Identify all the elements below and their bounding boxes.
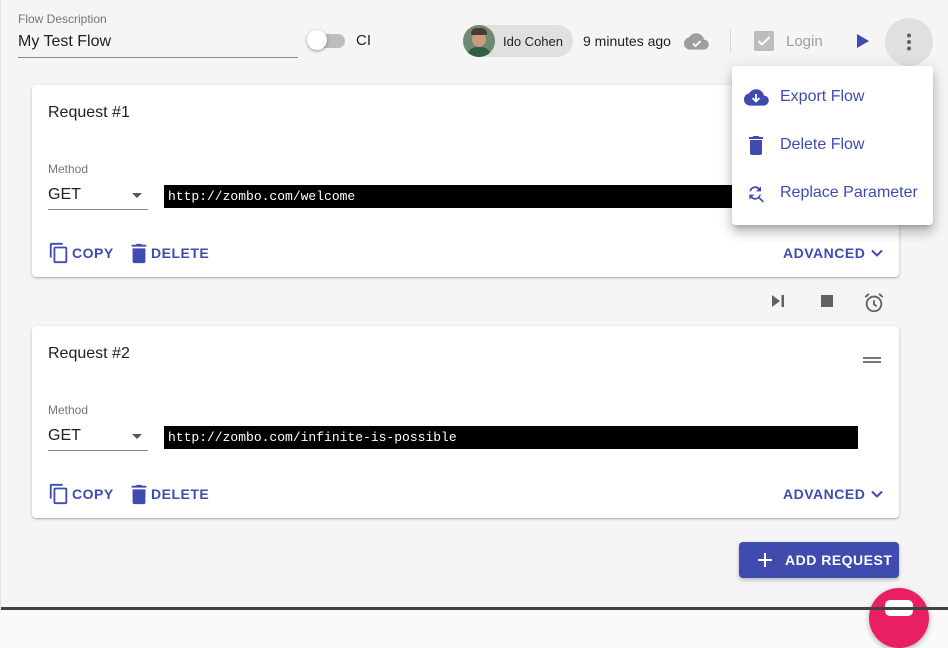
trash-icon <box>732 135 780 155</box>
advanced-label: ADVANCED <box>783 486 866 502</box>
delete-button[interactable]: DELETE <box>129 482 209 506</box>
menu-item-replace-parameter[interactable]: Replace Parameter <box>732 169 933 217</box>
menu-item-label: Delete Flow <box>780 136 865 153</box>
advanced-label: ADVANCED <box>783 245 866 261</box>
alarm-icon[interactable] <box>863 292 885 319</box>
dropdown-caret-icon <box>132 434 142 439</box>
flow-description-input[interactable]: My Test Flow <box>18 33 298 58</box>
request-title: Request #1 <box>48 104 130 121</box>
skip-next-icon[interactable] <box>769 292 787 315</box>
more-vert-icon <box>907 33 911 51</box>
flow-editor: Flow Description My Test Flow CI Ido Coh… <box>0 0 948 648</box>
method-value: GET <box>48 427 81 444</box>
ci-toggle-thumb <box>307 30 327 50</box>
expand-icon <box>871 490 884 498</box>
dropdown-caret-icon <box>132 193 142 198</box>
flow-description-label: Flow Description <box>18 12 107 26</box>
copy-label: COPY <box>72 245 114 261</box>
user-chip: Ido Cohen <box>463 25 573 57</box>
method-value: GET <box>48 186 81 203</box>
more-options-button[interactable] <box>885 18 933 66</box>
ci-toggle[interactable] <box>307 30 345 50</box>
advanced-button[interactable]: ADVANCED <box>783 241 885 265</box>
delete-icon <box>131 243 147 264</box>
stop-icon[interactable] <box>818 292 836 315</box>
last-saved-time: 9 minutes ago <box>583 33 671 49</box>
flow-description-field[interactable]: Flow Description My Test Flow <box>18 12 298 58</box>
delete-icon <box>131 484 147 505</box>
user-name: Ido Cohen <box>503 34 563 49</box>
url-input[interactable]: http://zombo.com/infinite-is-possible <box>164 426 858 449</box>
method-label: Method <box>48 403 89 417</box>
login-checkbox[interactable] <box>754 31 774 56</box>
delete-button[interactable]: DELETE <box>129 241 209 265</box>
ci-label: CI <box>356 32 371 49</box>
copy-label: COPY <box>72 486 114 502</box>
expand-icon <box>871 249 884 257</box>
copy-icon <box>49 242 68 264</box>
add-icon <box>758 553 772 567</box>
drag-handle-icon[interactable] <box>863 351 881 369</box>
method-select[interactable]: GET <box>48 425 148 451</box>
method-label: Method <box>48 162 89 176</box>
menu-item-label: Export Flow <box>780 88 865 105</box>
login-label: Login <box>786 33 823 50</box>
play-icon[interactable] <box>853 32 871 55</box>
copy-button[interactable]: COPY <box>48 482 114 506</box>
flow-options-menu: Export Flow Delete Flow Replace Paramete… <box>732 66 933 225</box>
url-input[interactable]: http://zombo.com/welcome <box>164 185 764 208</box>
cloud-download-icon <box>732 88 780 106</box>
add-request-button[interactable]: ADD REQUEST <box>739 542 899 578</box>
avatar <box>463 25 495 57</box>
advanced-button[interactable]: ADVANCED <box>783 482 885 506</box>
delete-label: DELETE <box>151 486 210 502</box>
copy-icon <box>49 483 68 505</box>
method-select[interactable]: GET <box>48 184 148 210</box>
menu-item-label: Replace Parameter <box>780 184 918 201</box>
delete-label: DELETE <box>151 245 210 261</box>
copy-button[interactable]: COPY <box>48 241 114 265</box>
add-request-label: ADD REQUEST <box>785 552 893 568</box>
menu-item-export-flow[interactable]: Export Flow <box>732 73 933 121</box>
menu-item-delete-flow[interactable]: Delete Flow <box>732 121 933 169</box>
chat-fab-button[interactable] <box>869 588 929 648</box>
request-title: Request #2 <box>48 345 130 362</box>
find-replace-icon <box>732 183 780 203</box>
request-card: Request #2 Method GET http://zombo.com/i… <box>32 326 899 518</box>
cloud-done-icon <box>683 32 709 55</box>
header-divider <box>730 30 731 52</box>
